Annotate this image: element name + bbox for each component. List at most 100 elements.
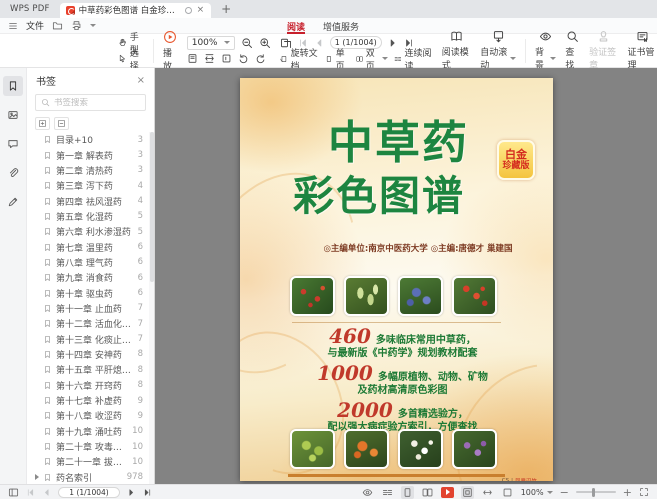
document-tab[interactable]: 中草药彩色图谱 白金珍藏版.. ×: [60, 3, 212, 18]
prev-page-button[interactable]: [42, 488, 51, 497]
certificate-manage-button[interactable]: 证书管理: [628, 30, 657, 71]
double-page-view-button[interactable]: [421, 486, 434, 499]
first-page-button[interactable]: [26, 488, 35, 497]
read-mode-button[interactable]: 阅读模式: [442, 30, 471, 71]
bookmark-icon: [43, 319, 52, 328]
fit-page-button[interactable]: [187, 53, 198, 64]
fit-window-button[interactable]: [461, 486, 474, 499]
bookmark-item[interactable]: 第七章 温里药 6: [27, 239, 149, 254]
bookmark-page: 6: [138, 288, 143, 298]
bookmark-item[interactable]: 第十三章 化痰止咳平喘药 7: [27, 331, 149, 346]
bookmark-item[interactable]: 第十九章 涌吐药 10: [27, 424, 149, 439]
zoom-out-button[interactable]: −: [560, 487, 569, 498]
cover-divider: [292, 322, 501, 323]
bookmark-item[interactable]: 目录+10 3: [27, 132, 149, 147]
actual-size-button[interactable]: [501, 486, 514, 499]
zoom-level-select[interactable]: 100%: [521, 488, 553, 497]
bookmark-item[interactable]: 第一章 解表药 3: [27, 147, 149, 162]
comments-panel-button[interactable]: [3, 134, 23, 154]
bookmark-item[interactable]: 第二十章 攻毒杀虫止痒药 10: [27, 439, 149, 454]
last-page-button[interactable]: [143, 488, 152, 497]
bookmark-item[interactable]: 第十八章 收涩药 9: [27, 408, 149, 423]
tab-value-added-services[interactable]: 增值服务: [323, 18, 359, 34]
eye-protection-mode-button[interactable]: [361, 486, 374, 499]
cover-photo-row-top: [290, 276, 497, 316]
bookmark-label: 第九章 消食药: [56, 271, 113, 284]
continuous-reading-toggle[interactable]: [381, 486, 394, 499]
zoom-out-button[interactable]: [241, 37, 253, 49]
bookmark-item[interactable]: 第三章 泻下药 4: [27, 178, 149, 193]
play-button[interactable]: 播放: [163, 30, 178, 72]
panel-close-icon[interactable]: ×: [137, 75, 145, 86]
play-mode-button[interactable]: [441, 487, 454, 498]
signature-panel-button[interactable]: [3, 192, 23, 212]
bookmark-search-box[interactable]: [35, 94, 146, 111]
bookmark-item[interactable]: 第八章 理气药 6: [27, 255, 149, 270]
hamburger-menu-icon[interactable]: [8, 21, 18, 31]
zoom-in-button[interactable]: +: [623, 487, 632, 498]
bookmark-item[interactable]: 第十一章 止血药 7: [27, 301, 149, 316]
attachments-panel-button[interactable]: [3, 163, 23, 183]
panel-title: 书签: [36, 73, 56, 88]
bookmark-item[interactable]: 第十五章 平肝熄风药 8: [27, 362, 149, 377]
bookmark-page: 4: [138, 196, 143, 206]
fullscreen-button[interactable]: [639, 487, 649, 497]
bookmark-page: 3: [138, 165, 143, 175]
single-page-view-button[interactable]: [401, 486, 414, 499]
bookmark-search-input[interactable]: [54, 98, 134, 108]
zoom-slider[interactable]: [576, 491, 616, 493]
bookmark-icon: [43, 151, 52, 160]
tab-read[interactable]: 阅读: [287, 18, 305, 34]
bookmark-item[interactable]: 第十章 驱虫药 6: [27, 285, 149, 300]
bookmark-label: 第十五章 平肝熄风药: [56, 363, 134, 376]
expand-all-button[interactable]: [35, 117, 50, 130]
bookmark-item[interactable]: 第二章 清热药 3: [27, 163, 149, 178]
next-page-button[interactable]: [127, 488, 136, 497]
bookmark-icon: [43, 396, 52, 405]
bookmark-item[interactable]: 第十二章 活血化瘀药 7: [27, 316, 149, 331]
expand-arrow-icon[interactable]: [35, 474, 39, 480]
bookmark-item[interactable]: 第十四章 安神药 8: [27, 347, 149, 362]
open-folder-icon[interactable]: [52, 20, 63, 31]
bookmark-label: 第一章 解表药: [56, 149, 113, 162]
bookmarks-panel-button[interactable]: [3, 76, 23, 96]
bookmark-item[interactable]: 药名索引 978: [27, 470, 149, 484]
panel-scrollbar-thumb[interactable]: [150, 132, 154, 282]
zoom-in-button[interactable]: [259, 37, 271, 49]
bookmark-item[interactable]: 第六章 利水渗湿药 5: [27, 224, 149, 239]
pdf-page-cover[interactable]: 中草药 彩色图谱 白金 珍藏版 ◎主编单位:南京中医药大学 ◎主编:唐德才 巢建…: [240, 78, 553, 481]
print-icon[interactable]: [71, 20, 82, 31]
rotate-right-icon[interactable]: [255, 53, 266, 64]
rotate-left-icon[interactable]: [238, 53, 249, 64]
titlebar: WPS PDF 中草药彩色图谱 白金珍藏版.. × +: [0, 0, 657, 18]
bookmark-page: 3: [138, 135, 143, 145]
zoom-select[interactable]: 100%: [187, 36, 235, 50]
bookmark-item[interactable]: 第二十一章 拔毒化腐生肌药 10: [27, 454, 149, 469]
bookmark-item[interactable]: 第十七章 补虚药 9: [27, 393, 149, 408]
bookmark-label: 第十三章 化痰止咳平喘药: [56, 333, 134, 346]
bookmark-page: 7: [138, 319, 143, 329]
find-button[interactable]: 查找: [565, 30, 580, 71]
bookmark-item[interactable]: 第十六章 开窍药 8: [27, 378, 149, 393]
toggle-navigation-pane-button[interactable]: [8, 487, 19, 498]
document-viewer[interactable]: 中草药 彩色图谱 白金 珍藏版 ◎主编单位:南京中医药大学 ◎主编:唐德才 巢建…: [155, 68, 657, 484]
auto-scroll-button[interactable]: 自动滚动: [480, 30, 516, 71]
tab-close-icon[interactable]: ×: [196, 6, 206, 15]
select-tool-button[interactable]: 选择: [118, 52, 144, 65]
fit-width-button[interactable]: [481, 486, 494, 499]
bookmark-item[interactable]: 第五章 化湿药 5: [27, 209, 149, 224]
background-button[interactable]: 背景: [535, 30, 556, 71]
app-tab-wps-pdf[interactable]: WPS PDF: [8, 4, 60, 14]
fit-width-button[interactable]: [204, 53, 215, 64]
tab-status-icon[interactable]: [185, 7, 192, 14]
actual-size-button[interactable]: [221, 53, 232, 64]
file-menu[interactable]: 文件: [26, 19, 44, 32]
page-number-input[interactable]: [58, 487, 120, 498]
collapse-all-button[interactable]: [54, 117, 69, 130]
new-tab-button[interactable]: +: [221, 3, 231, 15]
bookmark-item[interactable]: 第四章 祛风湿药 4: [27, 193, 149, 208]
zoom-slider-handle[interactable]: [592, 488, 595, 497]
thumbnails-panel-button[interactable]: [3, 105, 23, 125]
bookmark-item[interactable]: 第九章 消食药 6: [27, 270, 149, 285]
quick-access-chevron-icon[interactable]: [90, 24, 96, 27]
